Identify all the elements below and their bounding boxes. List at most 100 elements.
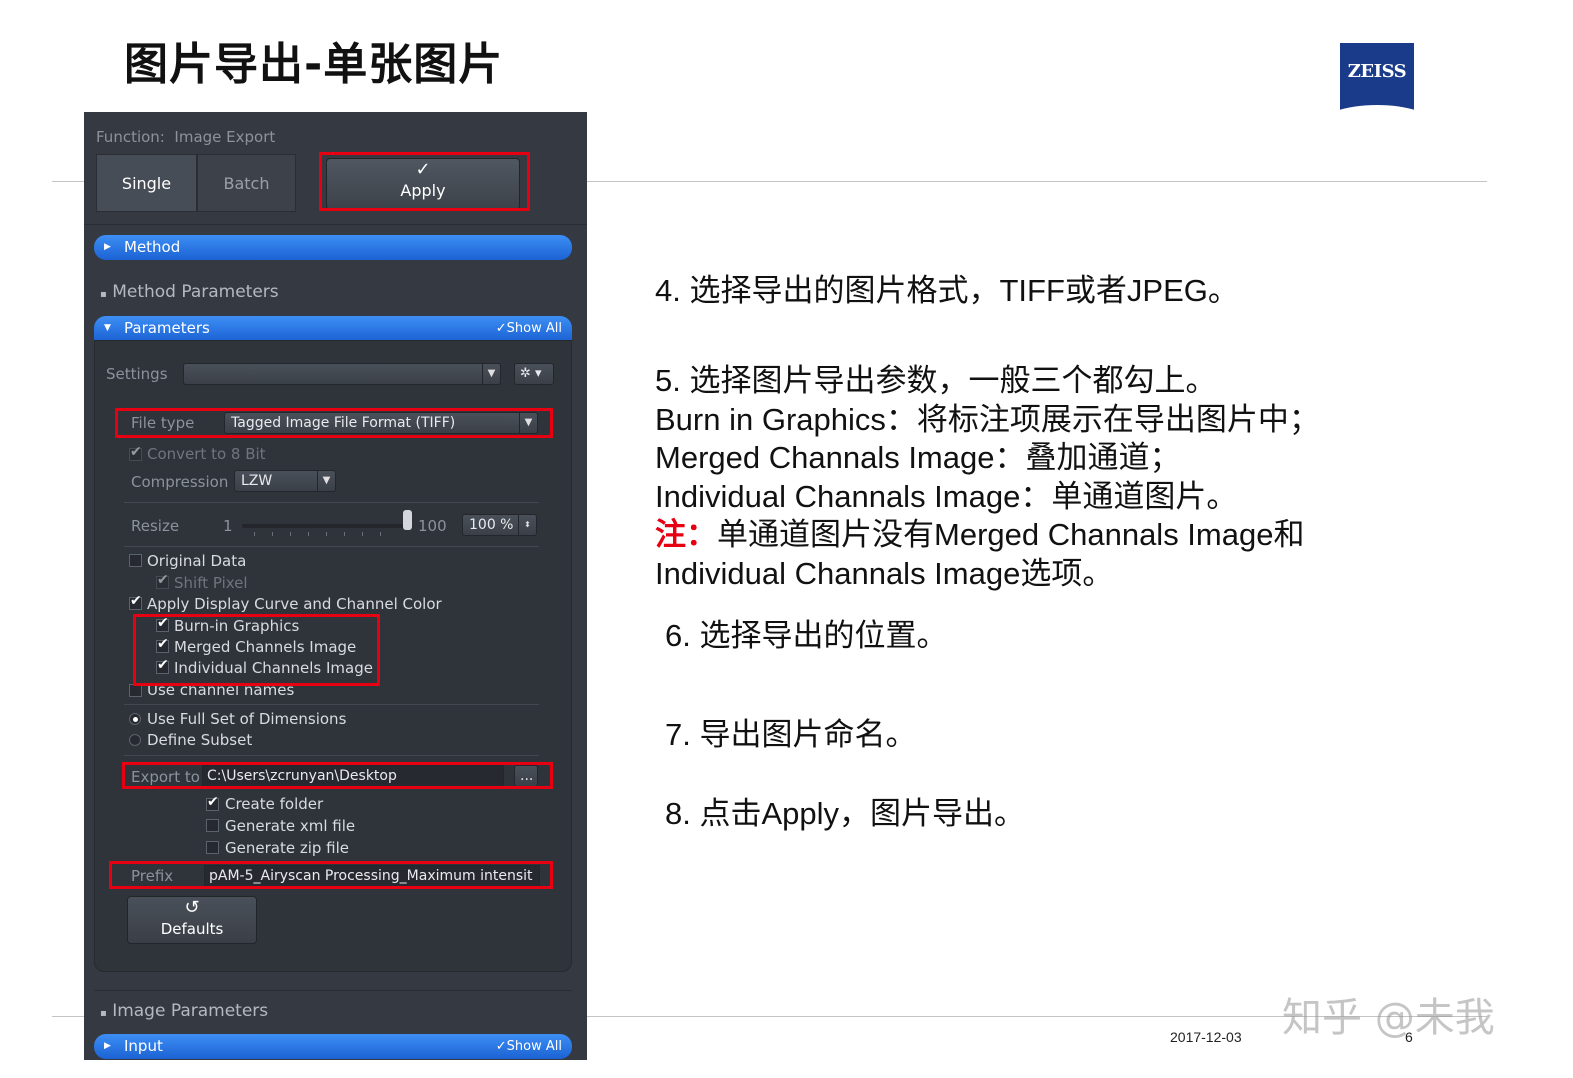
tab-single[interactable]: Single [96, 154, 197, 212]
function-label: Function: Image Export [96, 128, 275, 146]
dropdown-arrow-icon: ▼ [482, 364, 500, 384]
resize-value-spinner[interactable]: 100 % ⬍ [462, 514, 537, 536]
original-data-checkbox[interactable] [129, 554, 142, 567]
input-bar[interactable]: ▶ Input ✓Show All [94, 1034, 572, 1059]
spinner-arrows-icon: ⬍ [518, 515, 536, 535]
compression-value: LZW [241, 473, 273, 489]
highlight-file-type [115, 408, 553, 438]
method-bar[interactable]: ▶ Method [94, 235, 572, 260]
use-full-set-radio[interactable] [129, 713, 141, 725]
zeiss-logo-arc [1340, 105, 1414, 118]
note-step-6: 6. 选择导出的位置。 [665, 618, 948, 653]
method-parameters-heading: ▪ Method Parameters [100, 282, 279, 302]
zeiss-logo: ZEISS [1340, 43, 1414, 118]
slide-title: 图片导出-单张图片 [124, 39, 504, 90]
expand-arrow-icon: ▶ [104, 242, 111, 252]
note-step-8: 8. 点击Apply，图片导出。 [665, 796, 1026, 831]
resize-slider-thumb[interactable] [403, 510, 412, 530]
apply-display-curve-checkbox[interactable] [129, 593, 142, 610]
note-step-5-line1: 5. 选择图片导出参数，一般三个都勾上。 [655, 363, 1217, 398]
collapse-arrow-icon: ▼ [104, 323, 111, 333]
defaults-button-label: Defaults [160, 920, 224, 938]
separator [124, 755, 539, 756]
dropdown-arrow-icon: ▼ [317, 471, 335, 491]
tab-batch[interactable]: Batch [197, 154, 296, 212]
highlight-channel-options [133, 614, 380, 686]
separator [124, 704, 539, 705]
original-data-label: Original Data [147, 552, 247, 570]
watermark: 知乎 @未我 [1282, 995, 1495, 1041]
shift-pixel-label: Shift Pixel [174, 574, 248, 592]
zeiss-logo-text: ZEISS [1347, 61, 1407, 82]
define-subset-label: Define Subset [147, 731, 253, 749]
slider-tick [326, 532, 327, 536]
resize-max: 100 [418, 517, 447, 535]
header-rule-left [52, 181, 86, 182]
settings-gear-button[interactable]: ✲ ▾ [514, 363, 554, 385]
grip-icon: ▪ [100, 289, 107, 300]
note-warning-text: 单通道图片没有Merged Channals Image和 [717, 517, 1305, 552]
image-parameters-heading: ▪ Image Parameters [100, 1001, 268, 1021]
note-step-5: 5. 选择图片导出参数，一般三个都勾上。 Burn in Graphics：将标… [655, 362, 1320, 593]
note-step-5-line4: Individual Channals Image：单通道图片。 [655, 478, 1238, 514]
method-parameters-label: Method Parameters [112, 282, 279, 302]
highlight-prefix [109, 861, 553, 889]
resize-min: 1 [223, 517, 233, 535]
slider-tick [380, 532, 381, 536]
note-step-5-line5: 注：单通道图片没有Merged Channals Image和 [655, 516, 1320, 555]
settings-select[interactable]: ▼ [183, 363, 501, 385]
use-full-set-label: Use Full Set of Dimensions [147, 710, 347, 728]
resize-value: 100 % [469, 517, 514, 533]
slider-tick [344, 532, 345, 536]
show-all-toggle[interactable]: ✓Show All [496, 316, 562, 341]
parameters-bar-label: Parameters [124, 319, 210, 337]
slider-tick [362, 532, 363, 536]
resize-slider-track[interactable] [242, 524, 410, 528]
define-subset-radio[interactable] [129, 734, 141, 746]
tab-single-label: Single [121, 174, 172, 193]
expand-arrow-icon: ▶ [104, 1041, 111, 1051]
slider-tick [290, 532, 291, 536]
resize-label: Resize [131, 517, 180, 535]
panel-divider [84, 224, 587, 225]
note-step-5-line2: Burn in Graphics：将标注项展示在导出图片中； [655, 401, 1320, 437]
header-rule-right [587, 181, 1487, 182]
slider-tick [272, 532, 273, 536]
defaults-button[interactable]: ↺ Defaults [127, 896, 257, 944]
slider-tick [254, 532, 255, 536]
settings-label: Settings [106, 365, 168, 383]
shift-pixel-checkbox[interactable] [156, 572, 169, 589]
panel-divider [94, 990, 572, 991]
compression-label: Compression [131, 473, 229, 491]
note-step-5-line6: Individual Channals Image选项。 [655, 555, 1114, 591]
generate-zip-label: Generate zip file [225, 839, 349, 857]
function-value: Image Export [174, 128, 276, 146]
note-step-5-line3: Merged Channals Image：叠加通道； [655, 440, 1181, 475]
tab-batch-label: Batch [223, 174, 270, 193]
parameters-bar[interactable]: ▼ Parameters ✓Show All [94, 316, 572, 341]
function-label-text: Function: [96, 128, 165, 146]
compression-select[interactable]: LZW ▼ [234, 470, 336, 492]
footer-date: 2017-12-03 [1170, 1029, 1242, 1045]
method-bar-label: Method [124, 238, 181, 256]
footer-rule-left [52, 1016, 86, 1017]
convert-8bit-checkbox[interactable] [129, 444, 142, 461]
generate-xml-checkbox[interactable] [206, 819, 219, 832]
note-step-4: 4. 选择导出的图片格式，TIFF或者JPEG。 [655, 273, 1239, 308]
input-bar-label: Input [124, 1037, 163, 1055]
note-warning-prefix: 注： [655, 517, 717, 552]
create-folder-checkbox[interactable] [206, 794, 219, 811]
generate-zip-checkbox[interactable] [206, 841, 219, 854]
note-step-7: 7. 导出图片命名。 [665, 717, 917, 752]
highlight-apply [319, 152, 530, 211]
gear-icon: ✲ ▾ [520, 366, 542, 381]
image-parameters-label: Image Parameters [112, 1001, 269, 1021]
generate-xml-label: Generate xml file [225, 817, 356, 835]
image-export-panel: Function: Image Export Single Batch ✓ Ap… [84, 112, 587, 1060]
convert-8bit-label: Convert to 8 Bit [147, 445, 266, 463]
slider-tick [308, 532, 309, 536]
grip-icon: ▪ [100, 1008, 107, 1019]
separator [124, 502, 539, 503]
show-all-toggle[interactable]: ✓Show All [496, 1034, 562, 1059]
reset-icon: ↺ [184, 897, 200, 918]
